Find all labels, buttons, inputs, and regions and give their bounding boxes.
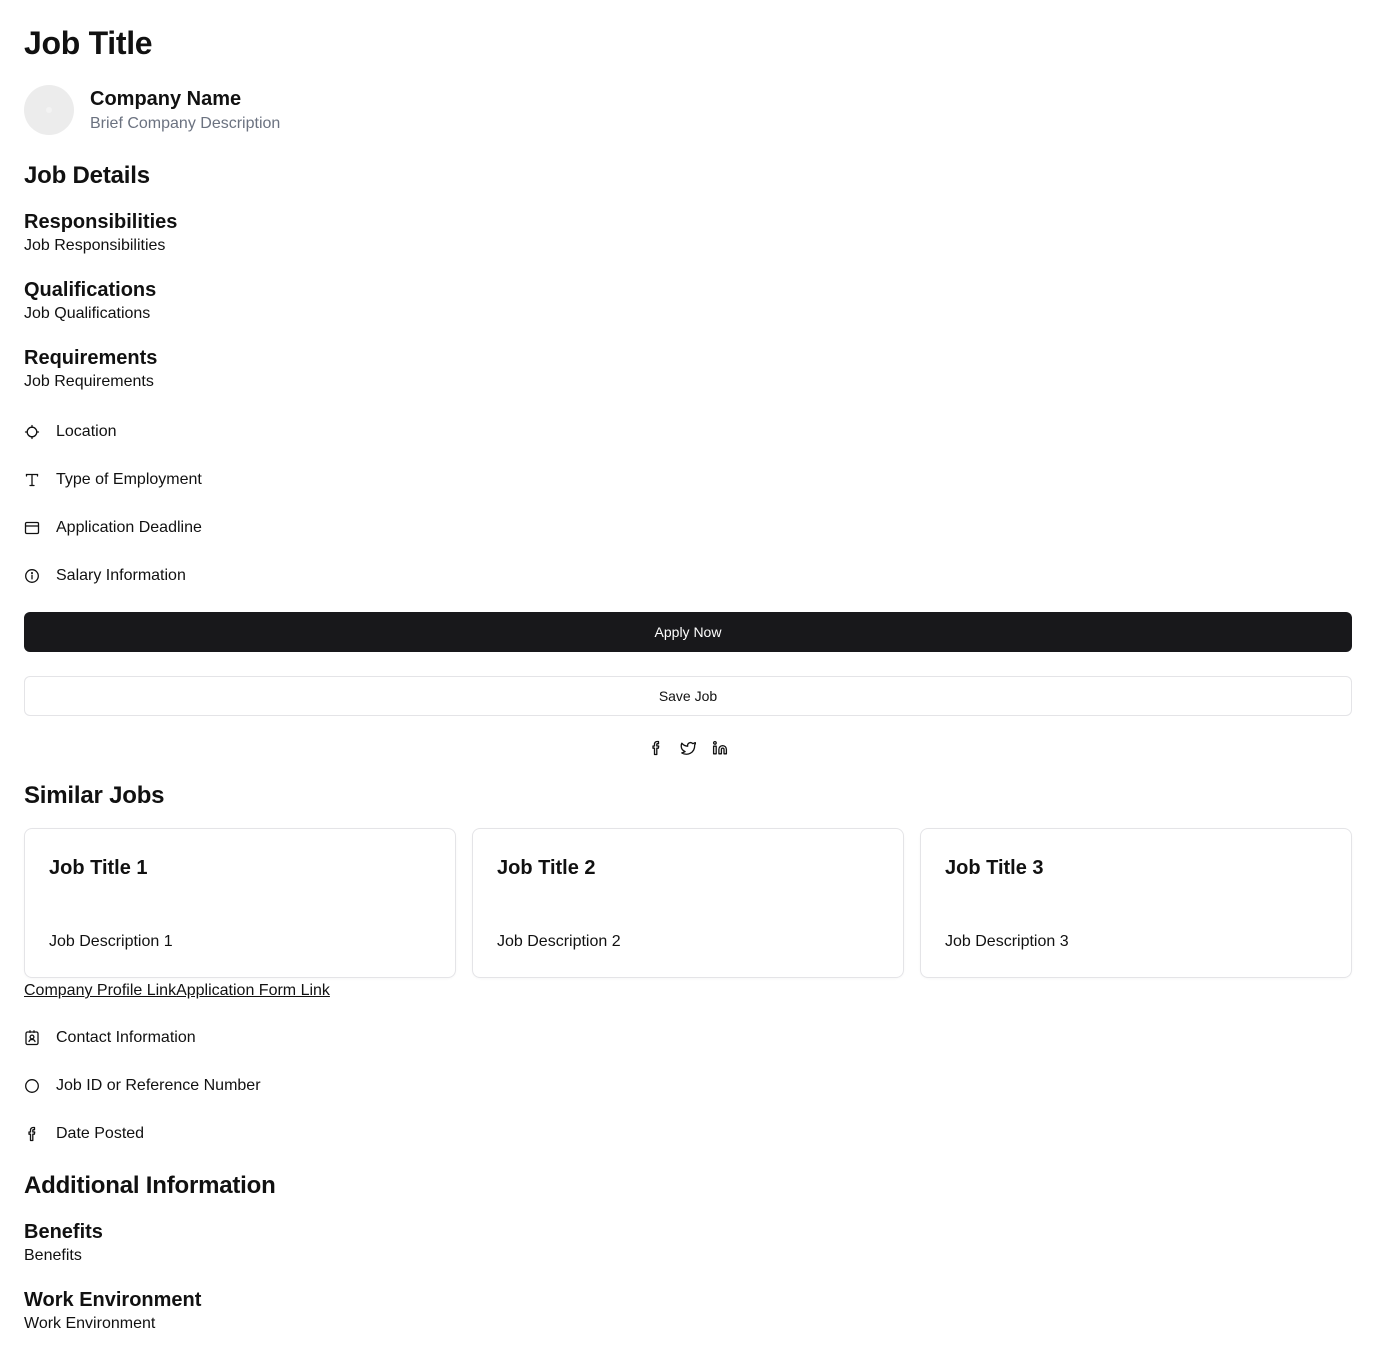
employment-type-label: Type of Employment xyxy=(56,471,202,488)
linkedin-icon[interactable] xyxy=(712,740,728,756)
job-details-heading: Job Details xyxy=(24,162,150,189)
section-text: Job Responsibilities xyxy=(24,237,166,254)
info-icon xyxy=(24,568,40,584)
requirements-section: Requirements Job Requirements xyxy=(24,345,157,393)
company-avatar xyxy=(24,85,74,135)
date-posted-row: Date Posted xyxy=(24,1122,144,1146)
application-form-link[interactable]: Application Form Link xyxy=(176,982,330,999)
job-card-description: Job Description 1 xyxy=(49,933,173,950)
company-profile-link[interactable]: Company Profile Link xyxy=(24,982,176,999)
crosshair-icon xyxy=(24,424,40,440)
facebook-icon xyxy=(24,1126,40,1142)
section-title: Responsibilities xyxy=(24,211,178,233)
twitter-icon[interactable] xyxy=(680,740,696,756)
job-card-title: Job Title 1 xyxy=(49,857,148,879)
work-environment-section: Work Environment Work Environment xyxy=(24,1287,201,1335)
job-card-title: Job Title 2 xyxy=(497,857,596,879)
page-title: Job Title xyxy=(24,25,153,61)
job-card-title: Job Title 3 xyxy=(945,857,1044,879)
employment-type-row: Type of Employment xyxy=(24,468,202,492)
contact-label: Contact Information xyxy=(56,1029,196,1046)
benefits-section: Benefits Benefits xyxy=(24,1219,103,1267)
date-posted-label: Date Posted xyxy=(56,1125,145,1142)
similar-jobs-heading: Similar Jobs xyxy=(24,782,165,809)
deadline-label: Application Deadline xyxy=(56,519,202,536)
salary-label: Salary Information xyxy=(56,567,186,584)
deadline-row: Application Deadline xyxy=(24,516,202,540)
section-title: Benefits xyxy=(24,1221,103,1243)
contact-icon xyxy=(24,1030,40,1046)
related-links: Company Profile LinkApplication Form Lin… xyxy=(24,980,330,1002)
section-text: Job Requirements xyxy=(24,373,154,390)
job-id-label: Job ID or Reference Number xyxy=(56,1077,261,1094)
additional-info-heading: Additional Information xyxy=(24,1172,276,1199)
apply-now-button[interactable]: Apply Now xyxy=(24,612,1352,652)
company-name: Company Name xyxy=(90,87,242,110)
location-label: Location xyxy=(56,423,117,440)
salary-row: Salary Information xyxy=(24,564,186,588)
company-info: Company Name Brief Company Description xyxy=(90,86,280,135)
social-share xyxy=(24,740,1352,756)
job-card[interactable]: Job Title 1 Job Description 1 xyxy=(24,828,456,978)
job-card-description: Job Description 3 xyxy=(945,933,1069,950)
section-text: Job Qualifications xyxy=(24,305,151,322)
facebook-icon[interactable] xyxy=(648,740,664,756)
section-title: Work Environment xyxy=(24,1289,202,1311)
section-text: Benefits xyxy=(24,1247,82,1264)
job-id-row: Job ID or Reference Number xyxy=(24,1074,261,1098)
circle-icon xyxy=(24,1078,40,1094)
job-card-description: Job Description 2 xyxy=(497,933,621,950)
job-card[interactable]: Job Title 3 Job Description 3 xyxy=(920,828,1352,978)
similar-jobs-list: Job Title 1 Job Description 1 Job Title … xyxy=(24,828,1352,978)
qualifications-section: Qualifications Job Qualifications xyxy=(24,277,156,325)
contact-row: Contact Information xyxy=(24,1026,196,1050)
company-header: Company Name Brief Company Description xyxy=(24,85,280,135)
calendar-icon xyxy=(24,520,40,536)
job-card[interactable]: Job Title 2 Job Description 2 xyxy=(472,828,904,978)
section-title: Qualifications xyxy=(24,279,157,301)
company-description: Brief Company Description xyxy=(90,114,281,132)
section-text: Work Environment xyxy=(24,1315,156,1332)
save-job-button[interactable]: Save Job xyxy=(24,676,1352,716)
responsibilities-section: Responsibilities Job Responsibilities xyxy=(24,209,177,257)
section-title: Requirements xyxy=(24,347,158,369)
type-icon xyxy=(24,472,40,488)
location-row: Location xyxy=(24,420,117,444)
